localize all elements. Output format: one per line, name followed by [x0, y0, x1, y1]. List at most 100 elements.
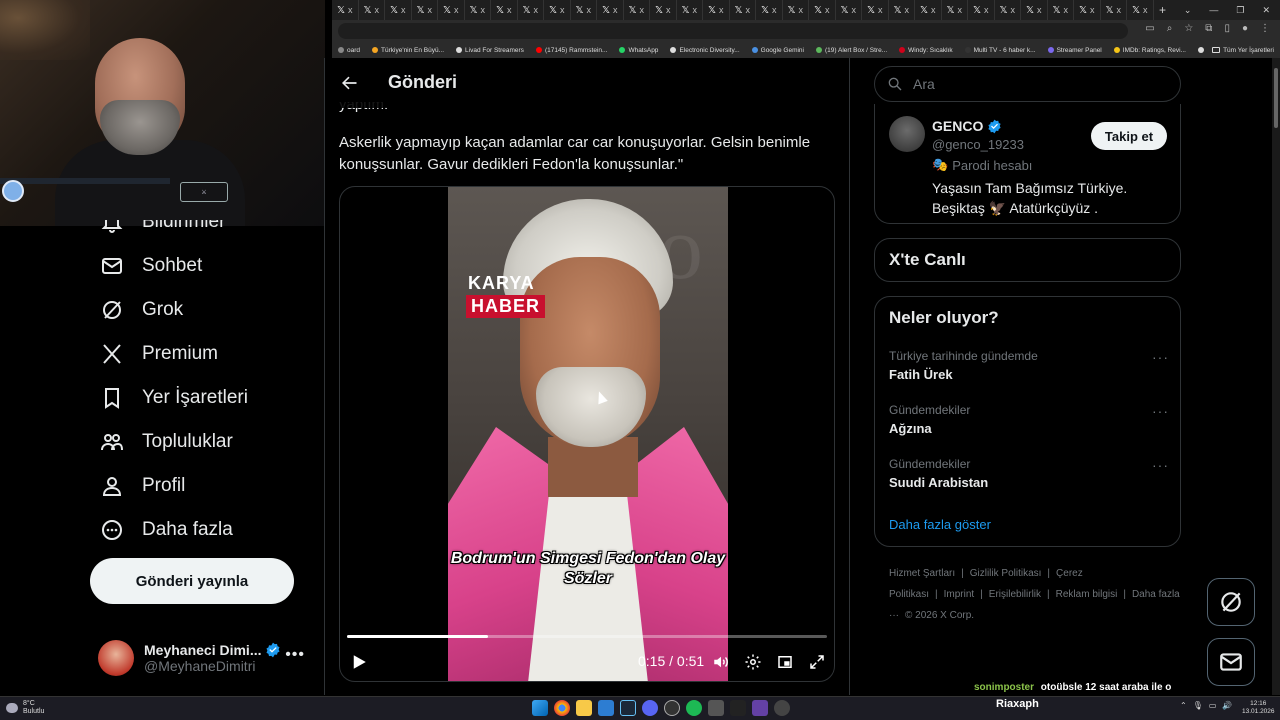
- bookmark-item[interactable]: IMDb: Ratings, Revi...: [1108, 47, 1192, 54]
- tab-close-icon[interactable]: x: [719, 5, 724, 15]
- trend-item[interactable]: Türkiye tarihinde gündemde Fatih Ürek ···: [889, 349, 1169, 382]
- tab-close-icon[interactable]: x: [958, 5, 963, 15]
- tab-close-icon[interactable]: x: [375, 5, 380, 15]
- discord-icon[interactable]: [642, 700, 658, 716]
- tab-close-icon[interactable]: x: [931, 5, 936, 15]
- tab-close-icon[interactable]: x: [587, 5, 592, 15]
- bookmark-item[interactable]: Electronic Diversity...: [664, 47, 745, 54]
- picture-in-picture-icon[interactable]: [775, 652, 795, 672]
- app-icon[interactable]: [598, 700, 614, 716]
- app-icon-3[interactable]: [730, 700, 746, 716]
- minimize-button[interactable]: —: [1209, 5, 1218, 15]
- browser-tab[interactable]: 𝕏x: [624, 0, 650, 20]
- browser-tab[interactable]: 𝕏x: [756, 0, 783, 20]
- trend-item[interactable]: Gündemdekiler Ağzına ···: [889, 403, 1169, 436]
- chevron-up-icon[interactable]: ⌃: [1180, 701, 1187, 710]
- bookmark-item[interactable]: Türkiye'nin En Büyü...: [366, 47, 450, 54]
- settings-gear-icon[interactable]: [743, 652, 763, 672]
- sidebar-item-chat[interactable]: Sohbet: [100, 250, 202, 282]
- browser-tab[interactable]: 𝕏x: [809, 0, 836, 20]
- browser-tab[interactable]: 𝕏x: [968, 0, 995, 20]
- messages-fab-button[interactable]: [1207, 638, 1255, 686]
- sidebar-item-communities[interactable]: Topluluklar: [100, 426, 233, 458]
- tab-close-icon[interactable]: x: [1090, 5, 1095, 15]
- tab-close-icon[interactable]: x: [534, 5, 539, 15]
- grok-fab-button[interactable]: [1207, 578, 1255, 626]
- browser-tab[interactable]: 𝕏x: [650, 0, 677, 20]
- mic-icon[interactable]: 🎙: [1193, 701, 1203, 710]
- tab-close-icon[interactable]: x: [693, 5, 698, 15]
- browser-tab[interactable]: 𝕏x: [995, 0, 1021, 20]
- system-clock[interactable]: 12:16 13.01.2026: [1242, 700, 1275, 716]
- browser-tab[interactable]: 𝕏x: [1048, 0, 1074, 20]
- search-input[interactable]: [913, 76, 1153, 92]
- browser-tab[interactable]: 𝕏x: [915, 0, 942, 20]
- network-icon[interactable]: ▭: [1209, 701, 1217, 710]
- trend-item[interactable]: Gündemdekiler Suudi Arabistan ···: [889, 457, 1169, 490]
- cast-icon[interactable]: ▭: [1145, 23, 1154, 34]
- tab-close-icon[interactable]: x: [1064, 5, 1069, 15]
- close-window-button[interactable]: ✕: [1262, 5, 1270, 16]
- steam-icon[interactable]: [620, 700, 636, 716]
- menu-icon[interactable]: ⋮: [1260, 23, 1270, 34]
- footer-link[interactable]: Hizmet Şartları: [889, 568, 955, 579]
- bookmark-item[interactable]: (19) Alert Box / Stre...: [810, 47, 893, 54]
- profile-icon[interactable]: ●: [1242, 23, 1248, 34]
- browser-tab[interactable]: 𝕏x: [783, 0, 809, 20]
- tab-search-icon[interactable]: ⌄: [1184, 5, 1192, 16]
- volume-icon[interactable]: [711, 652, 731, 672]
- browser-tab[interactable]: 𝕏x: [1021, 0, 1048, 20]
- all-bookmarks[interactable]: Tüm Yer İşaretleri: [1206, 42, 1274, 58]
- chrome-icon[interactable]: [554, 700, 570, 716]
- footer-link[interactable]: Erişilebilirlik: [989, 589, 1041, 600]
- tab-close-icon[interactable]: x: [560, 5, 565, 15]
- browser-tab[interactable]: 𝕏x: [836, 0, 862, 20]
- footer-link[interactable]: Reklam bilgisi: [1056, 589, 1118, 600]
- volume-tray-icon[interactable]: 🔊: [1222, 701, 1232, 710]
- app-icon-5[interactable]: [774, 700, 790, 716]
- app-icon-4[interactable]: [752, 700, 768, 716]
- browser-tab[interactable]: 𝕏x: [889, 0, 915, 20]
- bookmark-item[interactable]: oard: [332, 47, 366, 54]
- bookmark-item[interactable]: Streamer Panel: [1042, 47, 1108, 54]
- browser-tab[interactable]: 𝕏x: [332, 0, 359, 20]
- extensions-icon[interactable]: ⧉: [1205, 23, 1212, 34]
- browser-tab[interactable]: 𝕏x: [1101, 0, 1127, 20]
- tab-close-icon[interactable]: x: [878, 5, 883, 15]
- tab-close-icon[interactable]: x: [666, 5, 671, 15]
- tab-close-icon[interactable]: x: [1143, 5, 1148, 15]
- browser-tab[interactable]: 𝕏x: [571, 0, 597, 20]
- spotify-icon[interactable]: [686, 700, 702, 716]
- browser-tab[interactable]: 𝕏x: [544, 0, 571, 20]
- back-arrow-icon[interactable]: [337, 71, 361, 95]
- sidebar-item-premium[interactable]: Premium: [100, 338, 218, 370]
- avatar[interactable]: [889, 116, 925, 152]
- footer-link[interactable]: Imprint: [944, 589, 975, 600]
- tab-close-icon[interactable]: x: [454, 5, 459, 15]
- sidebar-item-grok[interactable]: Grok: [100, 294, 183, 326]
- bookmark-item[interactable]: Google Gemini: [746, 47, 810, 54]
- browser-tab[interactable]: 𝕏x: [412, 0, 438, 20]
- video-progress-bar[interactable]: [347, 635, 827, 638]
- tab-close-icon[interactable]: x: [401, 5, 406, 15]
- browser-tab[interactable]: 𝕏x: [1127, 0, 1154, 20]
- more-options-icon[interactable]: •••: [285, 646, 305, 664]
- tab-close-icon[interactable]: x: [1117, 5, 1122, 15]
- bookmark-item[interactable]: Windy: Sıcaklık: [893, 47, 958, 54]
- tab-close-icon[interactable]: x: [613, 5, 618, 15]
- sidebar-item-bookmarks[interactable]: Yer İşaretleri: [100, 382, 248, 414]
- obs-icon[interactable]: [664, 700, 680, 716]
- x-live-card[interactable]: X'te Canlı: [874, 238, 1181, 282]
- tab-close-icon[interactable]: x: [746, 5, 751, 15]
- fullscreen-icon[interactable]: [807, 652, 827, 672]
- footer-link[interactable]: © 2026 X Corp.: [905, 610, 974, 621]
- tab-close-icon[interactable]: x: [428, 5, 433, 15]
- bookmark-item[interactable]: (17145) Rammstein...: [530, 47, 614, 54]
- account-switcher[interactable]: Meyhaneci Dimi... @MeyhaneDimitri •••: [98, 634, 313, 682]
- tab-close-icon[interactable]: x: [905, 5, 910, 15]
- footer-link[interactable]: Gizlilik Politikası: [970, 568, 1042, 579]
- browser-tab[interactable]: 𝕏x: [385, 0, 412, 20]
- search-box[interactable]: [874, 66, 1181, 102]
- browser-tab[interactable]: 𝕏x: [1074, 0, 1101, 20]
- browser-tab[interactable]: 𝕏x: [730, 0, 756, 20]
